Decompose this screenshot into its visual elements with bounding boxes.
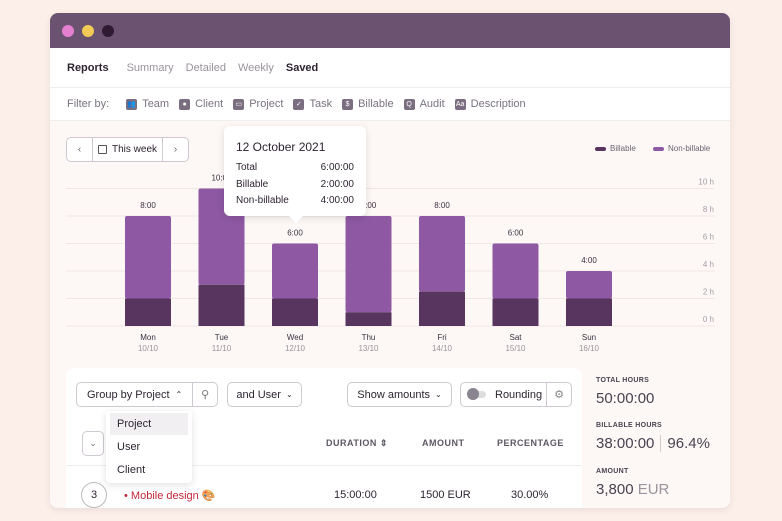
x-tick-date: 13/10 bbox=[358, 344, 379, 353]
group-by-label: Group by Project bbox=[87, 388, 170, 401]
show-amounts-dropdown[interactable]: Show amounts ⌄ bbox=[347, 382, 452, 407]
amount-number: 3,800 bbox=[596, 481, 634, 498]
amount-header[interactable]: AMOUNT bbox=[422, 438, 465, 448]
total-hours-label: TOTAL HOURS bbox=[596, 377, 650, 384]
chevron-down-icon: ⌄ bbox=[285, 390, 293, 399]
group-by-button[interactable]: Group by Project ⌃ bbox=[77, 383, 194, 406]
and-user-label: and User bbox=[236, 388, 281, 401]
amount-label: AMOUNT bbox=[596, 468, 629, 475]
bar-billable bbox=[272, 298, 318, 326]
x-tick-date: 10/10 bbox=[138, 344, 159, 353]
tooltip-label: Billable bbox=[236, 178, 269, 190]
billable-hours: 38:00:00 bbox=[596, 435, 655, 452]
x-tick-day: Mon bbox=[140, 333, 156, 342]
bar-billable bbox=[419, 291, 465, 326]
bar-non-billable bbox=[272, 243, 318, 299]
bar-billable bbox=[198, 284, 245, 326]
tooltip-date: 12 October 2021 bbox=[236, 140, 326, 154]
row-amount: 1500 EUR bbox=[420, 489, 471, 501]
rounding-control: Rounding ⚙ bbox=[460, 382, 572, 407]
tooltip-label: Non-billable bbox=[236, 195, 289, 206]
x-tick-date: 12/10 bbox=[285, 344, 306, 353]
y-tick-label: 4 h bbox=[703, 260, 714, 269]
tooltip-label: Total bbox=[236, 162, 258, 173]
group-by-menu: Project User Client bbox=[106, 411, 192, 483]
bar-total-label: 4:00 bbox=[581, 256, 597, 265]
amount-value: 3,800 EUR bbox=[596, 481, 669, 498]
bar-non-billable bbox=[125, 216, 171, 299]
x-tick-day: Sun bbox=[582, 333, 596, 342]
y-tick-label: 0 h bbox=[703, 315, 714, 324]
bar-total-label: 8:00 bbox=[434, 201, 450, 210]
search-icon[interactable]: ⚲ bbox=[193, 388, 217, 401]
gear-icon[interactable]: ⚙ bbox=[547, 388, 571, 401]
billable-hours-value: 38:00:00 96.4% bbox=[596, 435, 710, 452]
duration-header[interactable]: DURATION ⇕ bbox=[326, 438, 388, 449]
chart-tooltip: 12 October 2021 Total 6:00:00 Billable 2:0… bbox=[224, 126, 366, 216]
app-window: Reports Summary Detailed Weekly Saved Fi… bbox=[50, 13, 730, 508]
y-tick-label: 6 h bbox=[703, 233, 714, 242]
bar-billable bbox=[492, 298, 539, 326]
bar-billable bbox=[125, 298, 171, 326]
total-hours-value: 50:00:00 bbox=[596, 390, 655, 407]
bar-billable bbox=[566, 298, 612, 326]
chevron-down-icon: ⌄ bbox=[89, 438, 97, 448]
group-by-dropdown[interactable]: Group by Project ⌃ ⚲ bbox=[76, 382, 218, 407]
rounding-label: Rounding bbox=[495, 388, 543, 401]
bar-total-label: 8:00 bbox=[140, 201, 156, 210]
sort-icon: ⇕ bbox=[379, 438, 388, 448]
bar-total-label: 6:00 bbox=[508, 229, 524, 238]
tooltip-row-total: Total 6:00:00 bbox=[236, 160, 354, 177]
row-count-badge[interactable]: 3 bbox=[81, 482, 107, 508]
project-name[interactable]: • Mobile design 🎨 bbox=[124, 489, 216, 502]
x-tick-date: 16/10 bbox=[579, 344, 600, 353]
bar-billable bbox=[345, 312, 392, 326]
tooltip-row-non-billable: Non-billable 4:00:00 bbox=[236, 193, 354, 210]
chevron-up-icon: ⌃ bbox=[175, 390, 183, 399]
x-tick-day: Tue bbox=[215, 333, 229, 342]
hours-bar-chart: 0 h2 h4 h6 h8 h10 h8:00Mon10/1010:00Tue1… bbox=[66, 174, 715, 353]
expand-all-button[interactable]: ⌄ bbox=[82, 431, 104, 456]
row-percentage: 30.00% bbox=[511, 489, 549, 501]
project-name-label: Mobile design bbox=[130, 490, 199, 502]
y-tick-label: 10 h bbox=[698, 178, 714, 187]
bar-non-billable bbox=[419, 216, 465, 292]
toggle-switch[interactable] bbox=[467, 388, 486, 400]
chevron-down-icon: ⌄ bbox=[435, 390, 442, 399]
x-tick-date: 14/10 bbox=[432, 344, 453, 353]
duration-header-label: DURATION bbox=[326, 438, 377, 448]
amount-currency: EUR bbox=[637, 481, 670, 498]
x-tick-date: 15/10 bbox=[505, 344, 526, 353]
bar-non-billable bbox=[566, 271, 612, 299]
and-user-dropdown[interactable]: and User ⌄ bbox=[227, 382, 302, 407]
row-duration: 15:00:00 bbox=[334, 489, 377, 501]
palette-icon: 🎨 bbox=[201, 490, 216, 502]
bar-total-label: 6:00 bbox=[287, 229, 303, 238]
x-tick-day: Sat bbox=[509, 333, 522, 342]
x-tick-day: Fri bbox=[437, 333, 447, 342]
rounding-toggle[interactable]: Rounding bbox=[461, 383, 547, 406]
tooltip-row-billable: Billable 2:00:00 bbox=[236, 177, 354, 194]
tooltip-value: 4:00:00 bbox=[320, 195, 354, 206]
y-tick-label: 2 h bbox=[703, 288, 714, 297]
show-amounts-label: Show amounts bbox=[357, 388, 431, 401]
menu-item-project[interactable]: Project bbox=[110, 413, 188, 435]
bar-non-billable bbox=[345, 216, 392, 313]
x-tick-date: 11/10 bbox=[212, 344, 232, 353]
billable-percentage: 96.4% bbox=[660, 435, 710, 452]
bar-non-billable bbox=[492, 243, 539, 299]
tooltip-value: 6:00:00 bbox=[320, 162, 354, 173]
menu-item-user[interactable]: User bbox=[110, 436, 188, 458]
menu-item-client[interactable]: Client bbox=[110, 459, 188, 481]
percentage-header[interactable]: PERCENTAGE bbox=[497, 438, 564, 448]
tooltip-value: 2:00:00 bbox=[320, 178, 354, 190]
x-tick-day: Thu bbox=[362, 333, 376, 342]
billable-hours-label: BILLABLE HOURS bbox=[596, 422, 663, 429]
x-tick-day: Wed bbox=[287, 333, 303, 342]
y-tick-label: 8 h bbox=[703, 205, 714, 214]
